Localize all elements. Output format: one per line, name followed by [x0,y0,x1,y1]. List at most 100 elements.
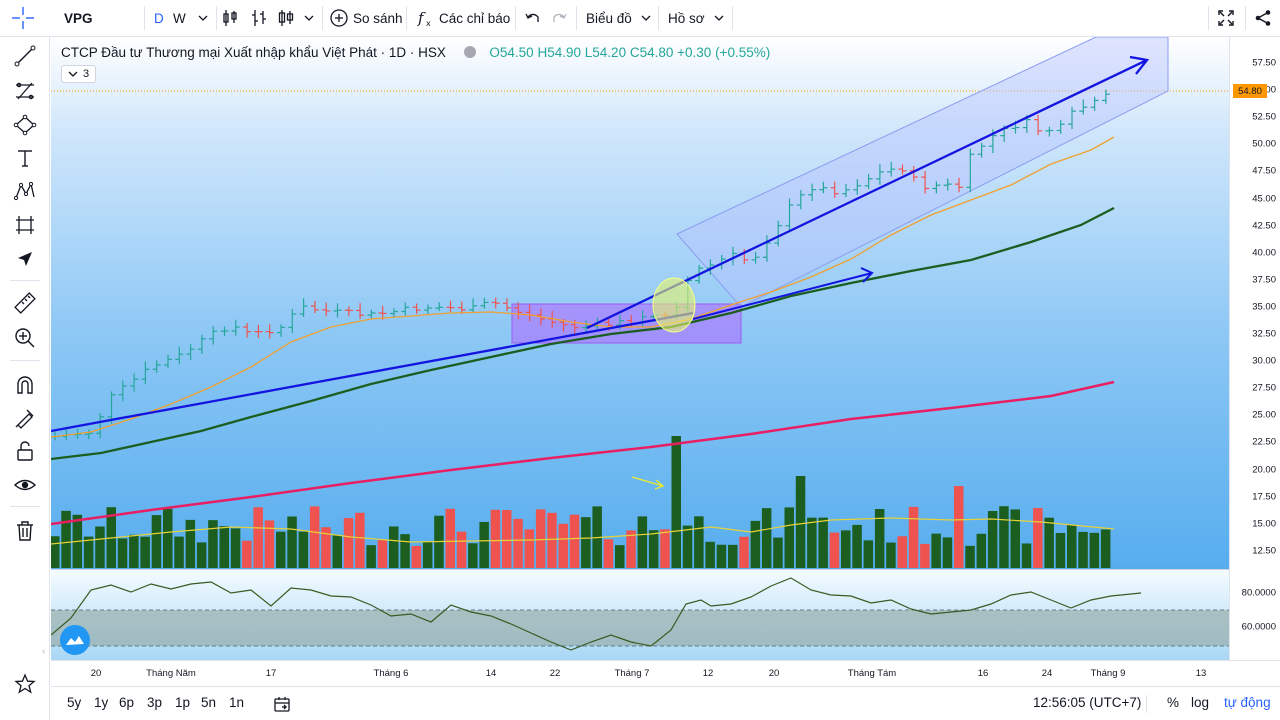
parallel-channel[interactable] [676,37,1169,308]
legend-toggle-icon[interactable] [463,46,476,58]
time-tick-label: 24 [1041,668,1053,679]
shapes-icon[interactable] [8,111,42,139]
price-bar [356,303,365,320]
indicators-label: Các chỉ báo [439,10,511,26]
collapse-toolbar-icon[interactable]: ‹ [42,646,51,660]
range-button-6p[interactable]: 6p [119,695,134,710]
price-bar [423,304,432,315]
price-bar [265,324,274,339]
magnet-icon[interactable] [8,371,42,399]
bars-style-icon[interactable] [222,0,240,36]
price-bar [141,361,150,384]
eye-icon[interactable] [8,471,42,499]
price-bar [446,300,455,313]
favorites-star-icon[interactable] [8,670,42,698]
interval-dropdown-icon[interactable] [197,0,209,36]
crosshair-icon[interactable] [10,0,36,36]
lock-icon[interactable] [8,437,42,465]
price-bar [435,302,444,312]
interval-w-button[interactable]: W [173,0,186,36]
symbol-search[interactable]: VPG [64,0,93,36]
share-icon[interactable] [1254,0,1272,36]
forecast-tool-icon[interactable] [8,211,42,239]
volume-bar [535,509,546,568]
price-tick-label: 52.50 [1252,111,1276,123]
tradingview-logo-icon[interactable] [60,625,90,655]
auto-scale-toggle[interactable]: tự động [1224,695,1271,710]
osc-tick-label: 60.0000 [1241,621,1276,633]
compare-button[interactable]: So sánh [329,0,403,36]
profile-menu[interactable]: Hồ sơ [668,0,725,36]
volume-bar [264,520,275,568]
fullscreen-icon[interactable] [1217,0,1235,36]
price-chart-canvas[interactable] [51,37,1229,569]
candles-style-icon[interactable] [250,0,268,36]
undo-icon[interactable] [524,0,542,36]
symbol-label: VPG [64,10,93,26]
hollow-candles-icon[interactable] [277,0,295,36]
time-tick-label: 16 [977,668,989,679]
chart-type-menu[interactable]: Biểu đồ [586,0,652,36]
fib-tool-icon[interactable] [8,77,42,105]
function-icon: fx [417,9,431,28]
volume-bar [151,515,162,568]
volume-bar [660,529,670,568]
chart-style-dropdown-icon[interactable] [303,0,315,36]
volume-bar [829,532,840,568]
price-bar [197,334,206,355]
time-tick-label: Tháng Tám [847,668,897,679]
legend-title: CTCP Đầu tư Thương mại Xuất nhập khẩu Vi… [61,45,446,60]
legend-close: C54.80 [629,45,674,60]
volume-bar [490,509,501,568]
price-bar [310,300,319,314]
oscillator-pane[interactable] [51,569,1229,660]
volume-bar [818,517,828,568]
trend-line-icon[interactable] [8,42,42,70]
redo-icon[interactable] [550,0,568,36]
text-tool-icon[interactable] [8,144,42,172]
price-chart-pane[interactable]: CTCP Đầu tư Thương mại Xuất nhập khẩu Vi… [51,37,1229,569]
range-button-1p[interactable]: 1p [175,695,190,710]
range-button-5n[interactable]: 5n [201,695,216,710]
volume-bar [615,545,625,568]
indicators-button[interactable]: fx Các chỉ báo [416,0,510,36]
volume-bar [61,510,71,568]
volume-bar [468,543,478,568]
volume-bar [841,530,851,568]
long-trend-line[interactable] [51,311,694,433]
price-bar [243,322,252,338]
range-button-3p[interactable]: 3p [147,695,162,710]
range-button-1n[interactable]: 1n [229,695,244,710]
zoom-in-icon[interactable] [8,324,42,352]
ruler-icon[interactable] [8,289,42,317]
price-bar [254,324,263,339]
goto-date-icon[interactable] [273,695,291,716]
percent-toggle[interactable]: % [1167,695,1179,710]
range-button-5y[interactable]: 5y [67,695,81,710]
volume-bar [863,540,874,568]
trash-icon[interactable] [8,517,42,545]
volume-bar [1010,509,1020,568]
time-tick-label: 12 [702,668,714,679]
volume-bar [705,541,715,568]
volume-bar [298,531,309,568]
volume-bar [445,508,455,568]
price-scale[interactable]: 57.5055.0052.5050.0047.5045.0042.5040.00… [1229,37,1280,660]
osc-tick-label: 80.0000 [1241,587,1276,599]
price-bar [231,319,240,336]
oscillator-canvas[interactable] [51,570,1229,660]
clock-readout[interactable]: 12:56:05 (UTC+7) [1033,695,1141,710]
range-button-1y[interactable]: 1y [94,695,108,710]
interval-d-button[interactable]: D [154,0,164,36]
time-tick-label: 14 [485,668,497,679]
cursor-arrow-icon[interactable] [8,245,42,273]
price-bar [175,346,184,365]
pattern-tool-icon[interactable] [8,177,42,205]
log-toggle[interactable]: log [1191,695,1209,710]
price-bar [333,303,342,318]
breakout-highlight[interactable] [652,277,696,333]
indicator-collapse-button[interactable]: 3 [61,65,97,83]
price-tick-label: 27.50 [1252,382,1276,394]
time-scale[interactable]: 20 Tháng Năm 17 Tháng 6 14 22 Tháng 7 12 20 Tháng… [51,660,1280,686]
drawing-mode-icon[interactable] [8,404,42,432]
